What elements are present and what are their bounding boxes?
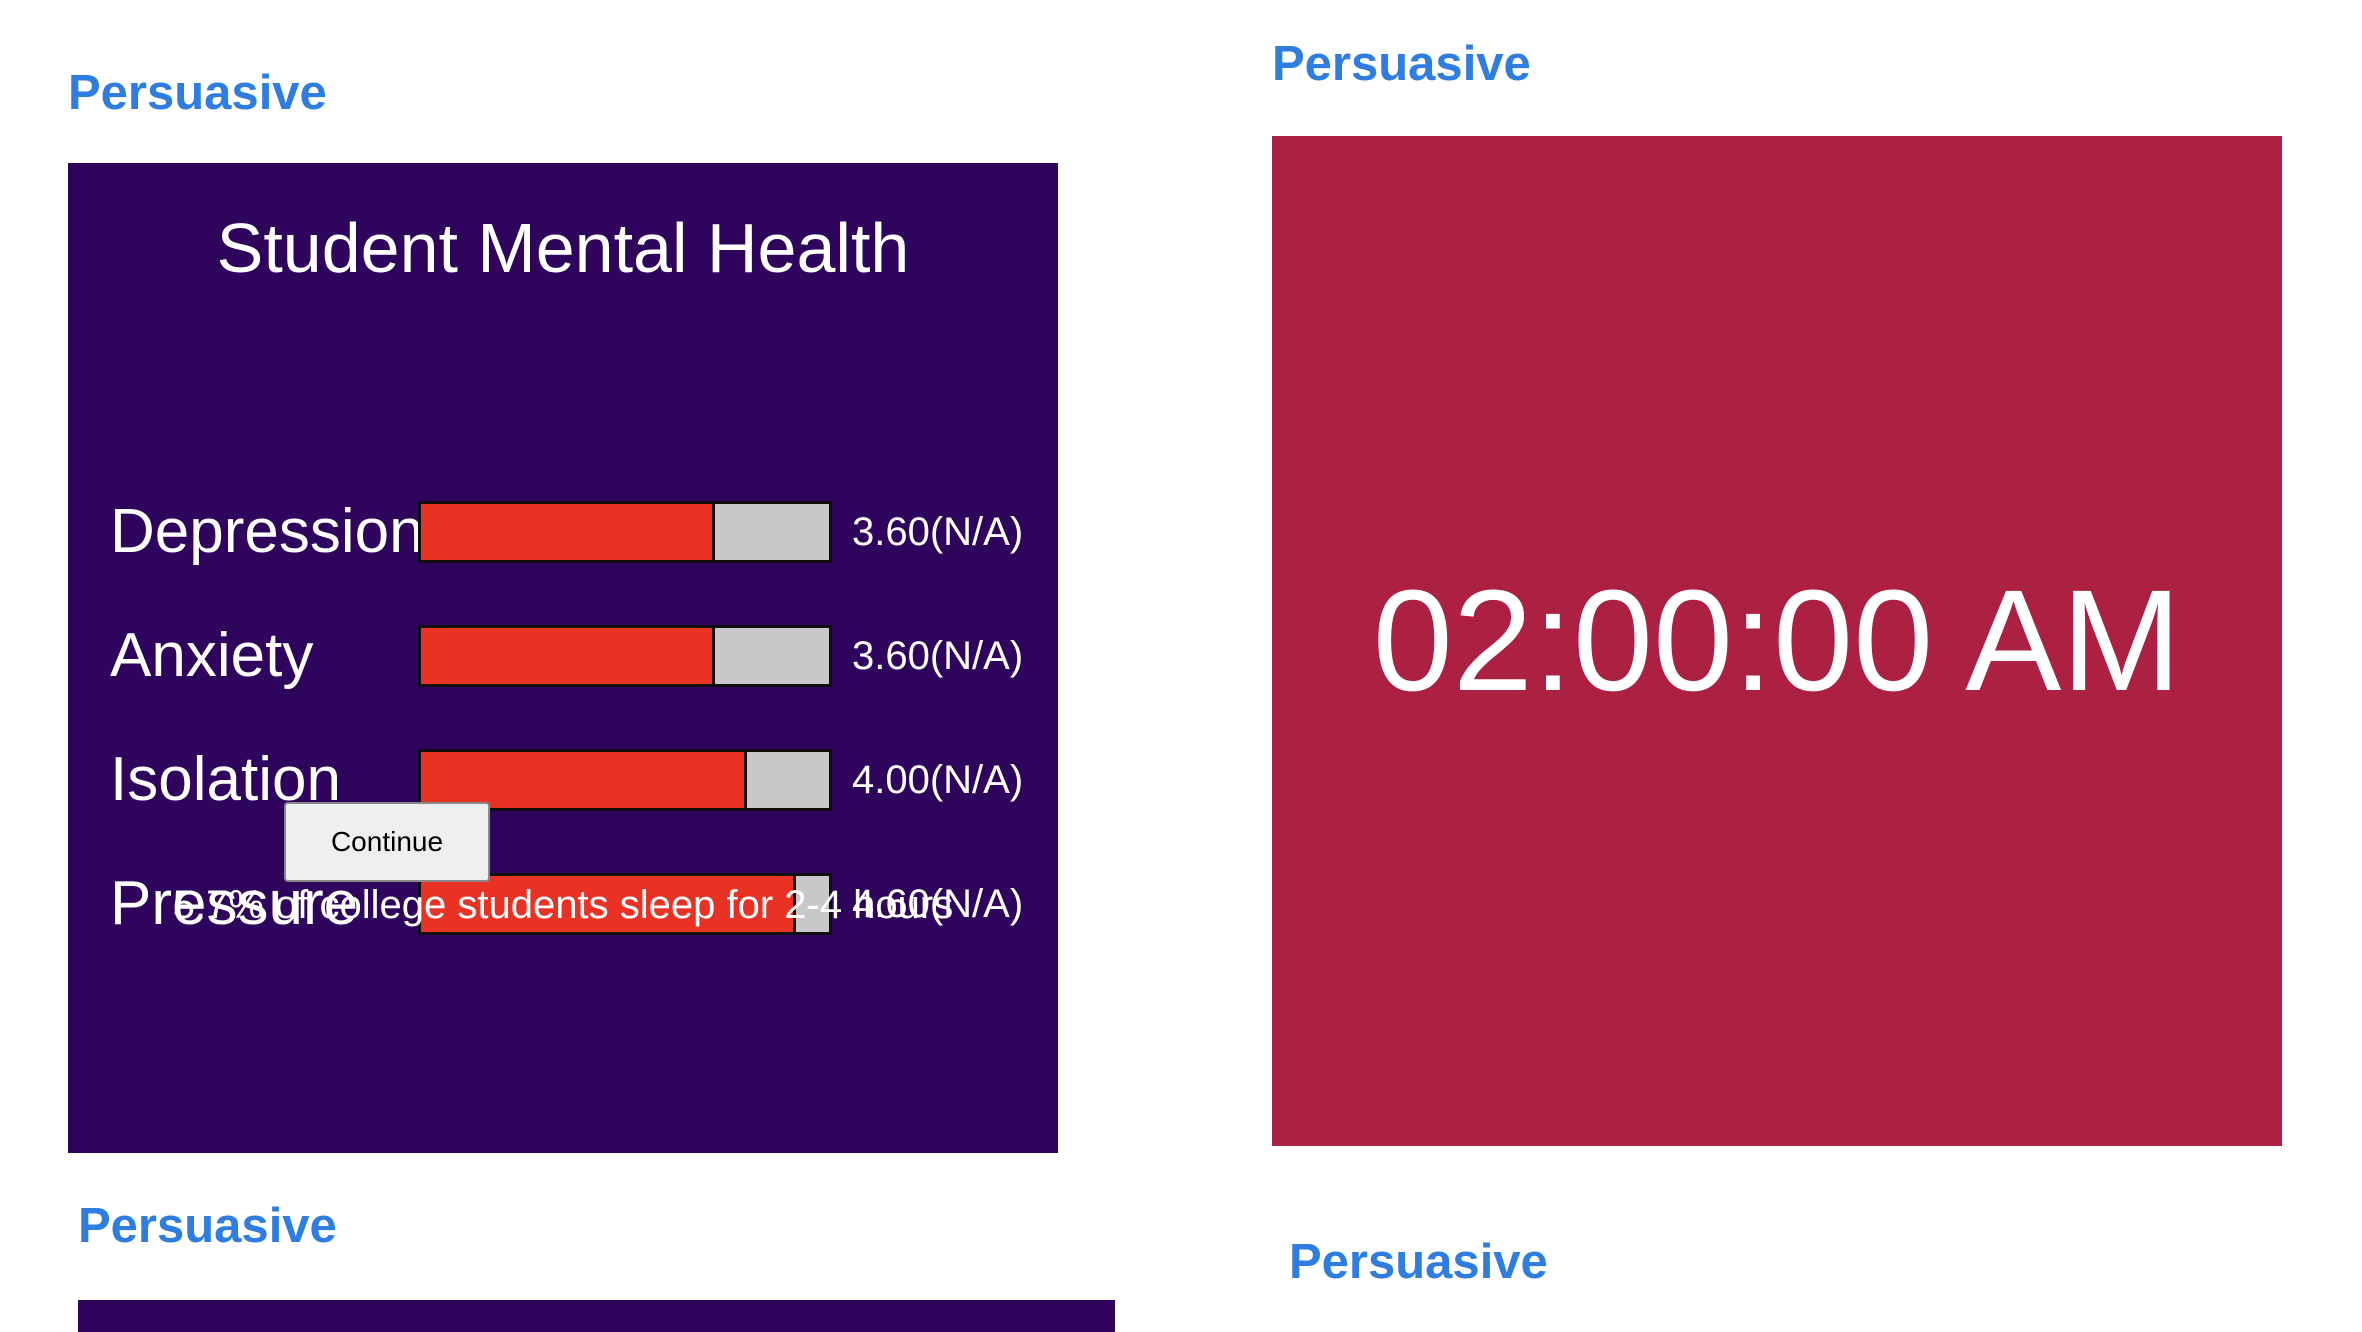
mental-health-panel: Student Mental Health Depression 3.60(N/… [68, 163, 1058, 1153]
metric-row-anxiety: Anxiety 3.60(N/A) [68, 625, 1058, 687]
continue-button[interactable]: Continue [284, 802, 490, 882]
card-heading-bottom-right: Persuasive [1289, 1235, 1548, 1289]
panel-title: Student Mental Health [216, 209, 910, 287]
metric-bar-fill [421, 504, 715, 560]
clock-time: 02:00:00 AM [1372, 560, 2182, 721]
clock-panel: 02:00:00 AM [1272, 136, 2282, 1146]
bottom-left-panel [78, 1300, 1115, 1332]
card-heading-top-left: Persuasive [68, 66, 327, 120]
metric-bar-fill [421, 628, 715, 684]
card-heading-bottom-left: Persuasive [78, 1199, 337, 1253]
card-heading-top-right: Persuasive [1272, 37, 1531, 91]
metric-progress-bar [418, 501, 832, 563]
metric-row-depression: Depression 3.60(N/A) [68, 501, 1058, 563]
metric-bar-fill [421, 752, 748, 808]
metric-label: Depression [110, 497, 424, 566]
metric-value: 4.00(N/A) [852, 758, 1024, 802]
metric-value: 3.60(N/A) [852, 634, 1024, 678]
metric-label: Anxiety [110, 621, 314, 690]
metric-progress-bar [418, 625, 832, 687]
metric-row-isolation: Isolation 4.00(N/A) [68, 749, 1058, 811]
sleep-statistic-text: 5.7% of college students sleep for 2-4 h… [172, 883, 954, 927]
metric-value: 3.60(N/A) [852, 510, 1024, 554]
